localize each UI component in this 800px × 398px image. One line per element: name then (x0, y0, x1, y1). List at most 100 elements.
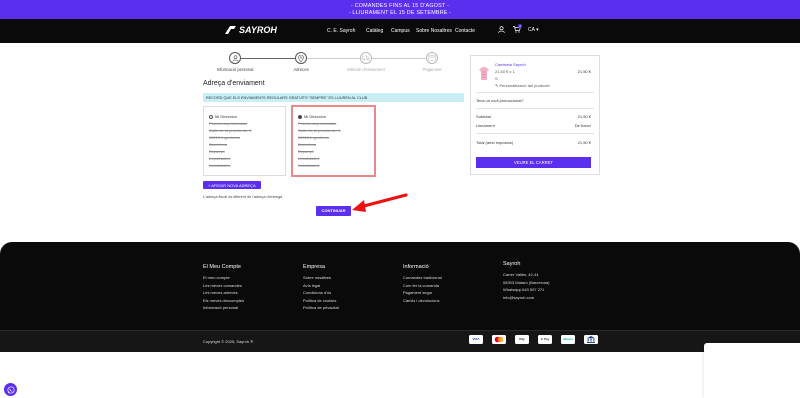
pin-icon (295, 52, 307, 64)
promo-banner: - COMANDES FINS AL 15 D'AGOST - - LLIURA… (0, 0, 800, 19)
address-line: Prueba sayrohmatato (209, 121, 248, 126)
truck-icon (360, 52, 372, 64)
footer-column-company: Empresa Sobre nosaltres Avís legal Condi… (303, 263, 339, 312)
footer-link[interactable]: El meu compte (203, 274, 244, 282)
google-pay-label: G Pay (540, 337, 550, 341)
brand-mark-icon (225, 25, 236, 34)
footer-link[interactable]: Informació personal (203, 304, 244, 312)
apple-pay-icon: Pay (515, 335, 529, 344)
address-radio[interactable] (298, 114, 302, 119)
google-pay-icon: G Pay (538, 335, 552, 344)
card-icon (426, 52, 438, 64)
free-shipping-notice: RECORD QUE ELS ENVIAMENTS REGULARS GRATU… (203, 93, 464, 102)
promo-code-toggle[interactable]: Tens un codi promocional? (476, 98, 591, 103)
footer-column-info: Informació Comandes tradicional Com fer … (403, 263, 442, 304)
footer-bottom-bar (0, 330, 800, 352)
footer-column-contact: Sayroh Carrer Vallès, 42-44 08303 Mataró… (503, 260, 549, 301)
footer-address: Carrer Vallès, 42-44 (503, 272, 539, 277)
product-qty: 21,50 € x 1 (495, 69, 515, 74)
address-line: Localidades (209, 163, 231, 168)
whatsapp-icon (6, 385, 15, 394)
chat-widget-panel[interactable] (704, 343, 800, 398)
subtotal-value: 21,50 € (577, 114, 591, 119)
address-line: Barcelona (298, 142, 317, 147)
step-payment: Pagament (402, 52, 462, 72)
footer-link[interactable]: Sobre nosaltres (303, 274, 339, 282)
address-line: Localidades (298, 163, 320, 168)
address-radio[interactable] (209, 114, 213, 119)
footer-link[interactable]: Política de privacitat (303, 304, 339, 312)
copyright: Copyright © 2025, Sayroh ® (203, 339, 254, 344)
address-line: Localidades (209, 156, 231, 161)
footer-link[interactable]: Canvis i devolucions (403, 297, 442, 305)
divider (476, 133, 594, 134)
footer-heading: Informació (403, 264, 429, 270)
apple-pay-label: Pay (519, 337, 525, 341)
step-label: Mètode d'enviament (347, 67, 385, 72)
red-arrow-annotation (352, 193, 408, 212)
account-icon[interactable] (498, 26, 505, 35)
visa-icon: VISA (469, 335, 483, 344)
promo-code-label: Tens un codi promocional? (476, 98, 524, 103)
top-navigation: SAYROH C. E. Sayroh Catàleg Campus Sobre… (0, 19, 800, 43)
add-address-button[interactable]: + AFEGIR NOVA ADREÇA (203, 181, 261, 189)
footer-heading: El Meu Compte (203, 264, 241, 270)
address-card-selected[interactable]: Mi Dirección Prueba sayrohmatato Calle d… (291, 105, 376, 177)
address-line: Espanya (209, 149, 225, 154)
product-customization-label: Personalització del producte (499, 83, 550, 88)
footer-link[interactable]: Les meves adreces (203, 289, 244, 297)
footer-whatsapp[interactable]: Whatsapp 640 597 271 (503, 286, 549, 294)
whatsapp-chat-button[interactable] (4, 383, 17, 396)
footer-link[interactable]: Pagament segur (403, 289, 442, 297)
address-line: Localidades (298, 156, 320, 161)
promo-line-2: - LLIURAMENT EL 15 DE SETEMBRE - (348, 9, 452, 16)
footer-link[interactable]: Les meves comandes (203, 282, 244, 290)
step-label: Pagament (422, 67, 442, 72)
footer-link[interactable]: Els meves descomptes (203, 297, 244, 305)
address-line: Barcelona (209, 142, 228, 147)
view-cart-button[interactable]: VEURE EL CARRET (476, 157, 591, 168)
language-selector[interactable]: CA ▾ (528, 27, 539, 33)
divider (476, 108, 594, 109)
nav-link-about[interactable]: Sobre Nosaltres (416, 28, 452, 34)
footer-link[interactable]: Avís legal (303, 282, 339, 290)
footer-link[interactable]: Condicions d'ús (303, 289, 339, 297)
total-value: 21,50 € (577, 140, 591, 145)
product-price: 21,50 € (577, 69, 591, 74)
checkout-steps: Informació personal Adreces Mètode d'env… (203, 52, 463, 74)
customize-icon: ✎ (495, 83, 499, 88)
address-card[interactable]: Mi Dirección Prueba sayrohmatato Calle d… (203, 106, 286, 176)
product-title[interactable]: Camiseta Sayroh (495, 62, 526, 67)
nav-link-catalog[interactable]: Catàleg (366, 28, 383, 34)
product-size: S (495, 76, 498, 81)
bank-transfer-icon (584, 335, 598, 344)
shipping-value: De franc! (574, 123, 591, 128)
footer-link[interactable]: Com fer la comanda (403, 282, 442, 290)
nav-link-contact[interactable]: Contacte (455, 28, 475, 34)
bizum-icon: Bizum (561, 335, 575, 344)
step-shipping-method: Mètode d'enviament (336, 52, 396, 72)
subtotal-row: Subtotal 21,50 € (476, 114, 591, 119)
step-addresses[interactable]: Adreces (271, 52, 331, 72)
cart-count-badge: 1 (518, 24, 522, 28)
address-line: 08010 Ingenieros (298, 135, 329, 140)
shipping-label: Lliurament (476, 123, 495, 128)
bizum-label: Bizum (563, 337, 573, 341)
fiscal-address-note[interactable]: L'adreça fiscal és diferent de l'adreça … (203, 195, 282, 199)
total-row: Total (amb impostos) 21,50 € (476, 140, 591, 145)
footer-link[interactable]: Comandes tradicional (403, 274, 442, 282)
brand-logo[interactable]: SAYROH (225, 25, 277, 35)
product-customization[interactable]: ✎ Personalització del producte (495, 83, 550, 88)
continue-button[interactable]: CONTINUAR (316, 206, 351, 216)
address-line: Calle de la prueba de, 1 (209, 128, 252, 133)
nav-link-club[interactable]: C. E. Sayroh (327, 28, 355, 34)
product-shirt-icon (479, 67, 489, 80)
subtotal-label: Subtotal (476, 114, 491, 119)
footer-email[interactable]: info@sayroh.com (503, 294, 549, 302)
mastercard-icon (492, 335, 506, 344)
nav-link-campus[interactable]: Campus (391, 28, 410, 34)
footer-link[interactable]: Política de cookies (303, 297, 339, 305)
page-bottom (0, 352, 800, 398)
shipping-row: Lliurament De franc! (476, 123, 591, 128)
step-personal-info[interactable]: Informació personal (205, 52, 265, 72)
